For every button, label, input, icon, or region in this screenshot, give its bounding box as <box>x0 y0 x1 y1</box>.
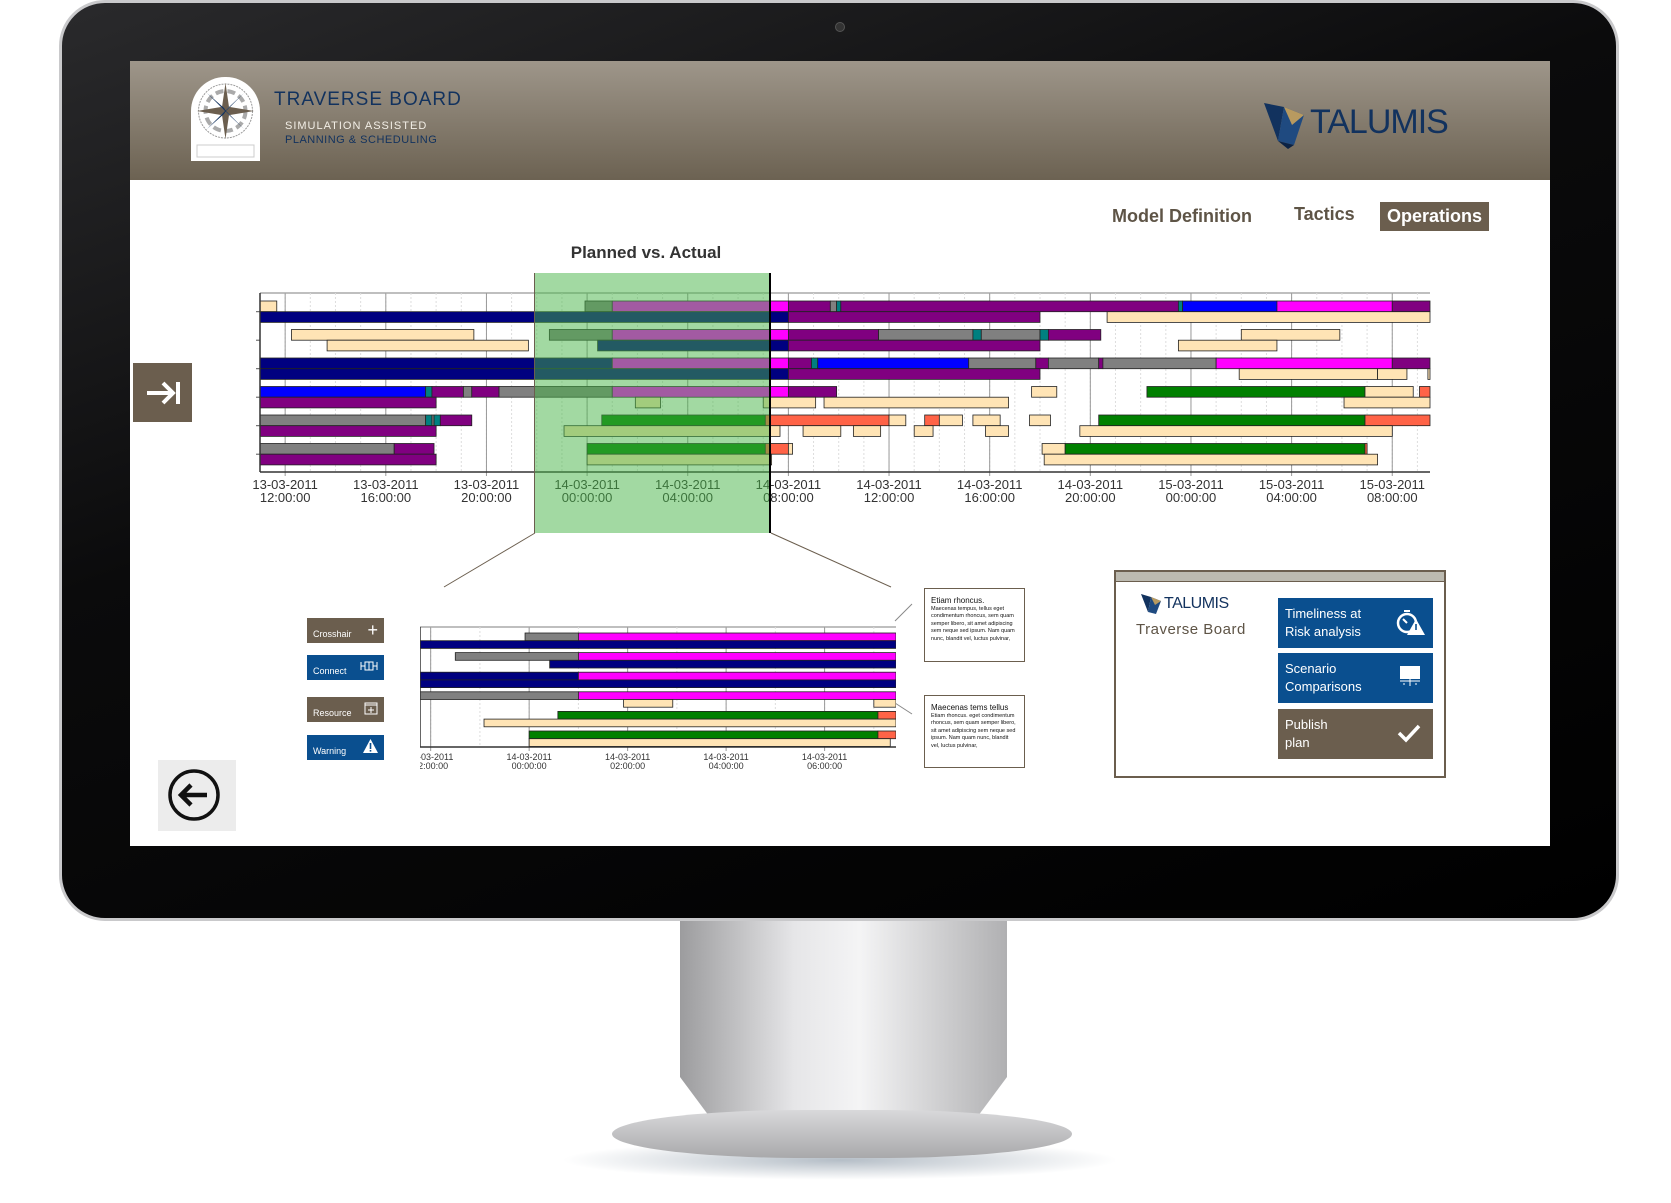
connect-icon <box>360 661 378 671</box>
connect-tool-button[interactable]: Connect <box>307 655 384 680</box>
tick-label-time: 06:00:00 <box>807 761 842 771</box>
timeliness-risk-analysis-button[interactable]: Timeliness at Risk analysis <box>1278 598 1433 648</box>
crosshair-tool-button[interactable]: Crosshair + <box>307 618 384 643</box>
tool-label: Crosshair <box>313 629 352 639</box>
panel-product: Traverse Board <box>1136 621 1246 638</box>
resource-icon <box>364 702 378 715</box>
gantt-bar-green <box>557 711 879 720</box>
note-body: Maecenas tempus, tellus eget condimentum… <box>931 605 1015 642</box>
gantt-bar-magenta <box>577 691 896 700</box>
annotation-note: Maecenas tems tellus Etiam rhoncus. eget … <box>924 695 1025 768</box>
gantt-bar-gray <box>454 652 579 661</box>
expand-panel-button[interactable] <box>133 363 192 422</box>
camera-icon <box>835 22 845 32</box>
gantt-bar-red <box>877 730 896 740</box>
panel-header-bar <box>1116 572 1444 582</box>
panel-brand: TALUMIS <box>1164 595 1229 612</box>
tool-label: Resource <box>313 708 352 718</box>
stopwatch-warning-icon <box>1396 610 1425 635</box>
resource-tool-button[interactable]: Resource <box>307 697 384 722</box>
checkmark-icon <box>1397 724 1421 743</box>
annotation-note: Etiam rhoncus. Maecenas tempus, tellus eg… <box>924 588 1025 662</box>
warning-tool-button[interactable]: Warning <box>307 735 384 760</box>
gantt-bar-navy <box>420 640 896 649</box>
monitor-base <box>612 1110 1072 1158</box>
app-screen: TRAVERSE BOARD SIMULATION ASSISTED PLANN… <box>130 61 1550 846</box>
gantt-bar-magenta <box>577 671 896 681</box>
gantt-bar-green <box>528 730 879 740</box>
gantt-bar-navy <box>549 659 896 669</box>
gantt-bar-navy <box>420 679 896 689</box>
gantt-bar-cream <box>873 699 896 708</box>
tick-label-time: 00:00:00 <box>512 761 547 771</box>
arrow-to-right-icon <box>147 381 180 405</box>
gantt-bar-gray <box>524 632 579 642</box>
publish-plan-button[interactable]: Publish plan <box>1278 709 1433 759</box>
note-title: Etiam rhoncus. <box>931 596 985 605</box>
tool-label: Connect <box>313 666 347 676</box>
tick-label-time: 04:00:00 <box>709 761 744 771</box>
presentation-board-icon <box>1400 666 1420 686</box>
gantt-bar-magenta <box>577 652 896 661</box>
gantt-bar-gray <box>420 691 579 700</box>
tick-label-time: 22:00:00 <box>420 761 448 771</box>
tool-label: Warning <box>313 746 347 756</box>
warning-icon <box>363 739 378 753</box>
gantt-bar-red <box>877 711 896 720</box>
monitor-stand <box>680 921 1007 1121</box>
talumis-logo-icon <box>1141 594 1161 614</box>
detail-gantt-chart[interactable]: 13-03-201122:00:0014-03-201100:00:0014-0… <box>420 613 896 773</box>
note-title: Maecenas tems tellus <box>931 703 1009 712</box>
back-arrow-icon <box>168 769 220 821</box>
tick-label-time: 02:00:00 <box>610 761 645 771</box>
gantt-bar-cream <box>623 699 674 708</box>
actions-panel: TALUMIS Traverse Board Timeliness at Risk… <box>1114 570 1446 778</box>
back-button[interactable] <box>158 760 236 831</box>
note-body: Etiam rhoncus. eget condimentum rhoncus,… <box>931 712 1016 749</box>
scenario-comparisons-button[interactable]: Scenario Comparisons <box>1278 653 1433 703</box>
gantt-bar-cream <box>528 738 891 747</box>
gantt-bar-magenta <box>577 632 896 642</box>
gantt-bar-navy <box>420 671 579 681</box>
gantt-bar-cream <box>483 718 896 728</box>
crosshair-icon: + <box>367 620 378 640</box>
